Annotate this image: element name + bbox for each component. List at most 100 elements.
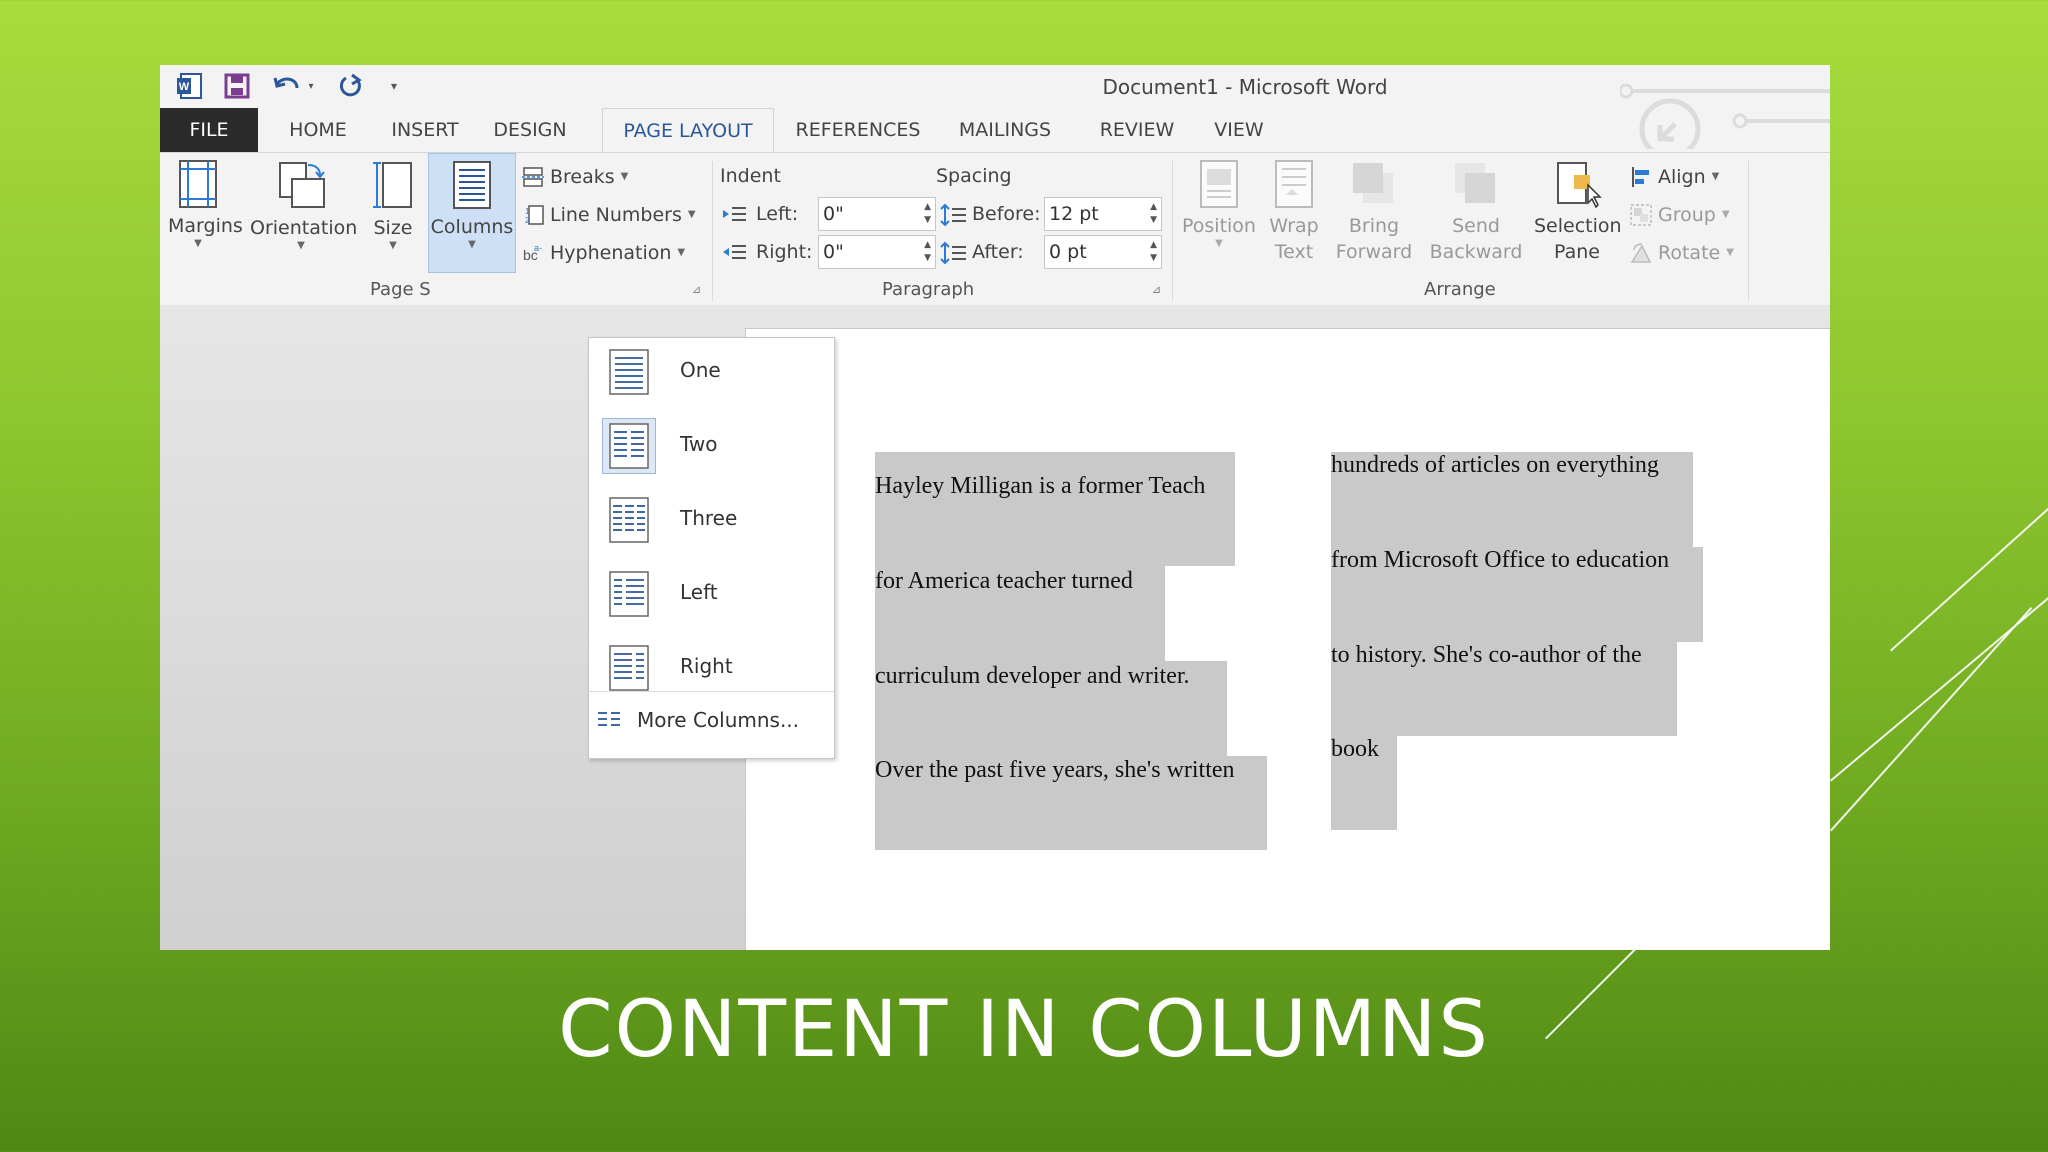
dialog-launcher-icon[interactable]: ⊿ <box>1152 283 1161 296</box>
chevron-down-icon: ▼ <box>468 239 476 250</box>
ribbon-tabs: FILE HOME INSERT DESIGN PAGE LAYOUT REFE… <box>160 108 1830 153</box>
indent-left-value: 0" <box>823 203 844 225</box>
send-backward-label-1: Send <box>1452 215 1500 237</box>
bring-forward-icon <box>1353 163 1393 203</box>
word-window: W ▾ ▾ Document1 - Microsoft Word FILE HO… <box>160 65 1830 950</box>
columns-button[interactable]: Columns ▼ <box>428 153 516 273</box>
chevron-down-icon: ▼ <box>194 238 202 249</box>
orientation-label: Orientation <box>250 217 358 239</box>
rotate-icon <box>1630 243 1652 263</box>
group-separator <box>1172 161 1173 301</box>
send-backward-label-2: Backward <box>1429 241 1523 263</box>
bring-forward-button[interactable]: Bring Forward <box>1330 159 1418 265</box>
chevron-down-icon: ▼ <box>297 240 305 251</box>
paragraph-group-label: Paragraph <box>882 279 975 300</box>
more-columns-button[interactable]: More Columns... <box>597 700 799 740</box>
tab-insert[interactable]: INSERT <box>382 108 468 152</box>
spacing-after-input[interactable]: 0 pt ▲ ▼ <box>1044 235 1162 269</box>
spacing-before-value: 12 pt <box>1049 203 1099 225</box>
slide-title: CONTENT IN COLUMNS <box>558 985 1490 1075</box>
spacing-after-label: After: <box>972 241 1024 263</box>
more-columns-label: More Columns... <box>637 708 800 732</box>
tab-design[interactable]: DESIGN <box>486 108 574 152</box>
margins-button[interactable]: Margins ▼ <box>168 159 243 249</box>
orientation-button[interactable]: Orientation ▼ <box>250 159 358 251</box>
arrange-group-label: Arrange <box>1424 279 1496 300</box>
columns-dropdown-menu: One Two Three Left Right More Columns... <box>588 337 835 759</box>
decorative-line <box>1890 502 2048 652</box>
hyphenation-icon: bca- <box>523 243 542 263</box>
dialog-launcher-icon[interactable]: ⊿ <box>692 283 701 296</box>
more-columns-icon <box>598 712 620 726</box>
document-page[interactable]: Hayley Milligan is a former Teach for Am… <box>745 328 1830 950</box>
indent-left-icon <box>722 205 746 229</box>
spin-down-icon[interactable]: ▼ <box>924 254 931 263</box>
rotate-button[interactable]: Rotate ▼ <box>1630 237 1734 269</box>
wrap-text-label-2: Text <box>1274 241 1314 263</box>
group-button[interactable]: Group ▼ <box>1630 199 1730 231</box>
tab-file[interactable]: FILE <box>160 108 258 152</box>
column-2-line: from Microsoft Office to education <box>1331 547 1670 573</box>
position-button[interactable]: Position ▼ <box>1180 159 1258 249</box>
group-separator <box>712 161 713 301</box>
line-numbers-label: Line Numbers <box>550 204 682 226</box>
tab-review[interactable]: REVIEW <box>1092 108 1182 152</box>
chevron-down-icon: ▼ <box>1711 171 1720 182</box>
orientation-icon <box>279 162 325 208</box>
indent-right-input[interactable]: 0" ▲ ▼ <box>818 235 936 269</box>
position-label: Position <box>1182 215 1256 237</box>
margins-icon <box>179 160 217 208</box>
wrap-text-button[interactable]: Wrap Text <box>1264 159 1324 265</box>
group-label: Group <box>1658 204 1716 226</box>
spin-down-icon[interactable]: ▼ <box>1150 254 1157 263</box>
spin-up-icon[interactable]: ▲ <box>1150 203 1157 212</box>
spacing-before-label: Before: <box>972 203 1041 225</box>
one-column-icon <box>602 344 656 400</box>
columns-option-one[interactable]: One <box>594 338 828 406</box>
spin-up-icon[interactable]: ▲ <box>924 203 931 212</box>
tab-home[interactable]: HOME <box>272 108 364 152</box>
spin-up-icon[interactable]: ▲ <box>1150 241 1157 250</box>
selection-pane-label-2: Pane <box>1554 241 1600 263</box>
align-label: Align <box>1658 166 1706 188</box>
size-label: Size <box>373 217 413 239</box>
breaks-label: Breaks <box>550 166 615 188</box>
wrap-text-label-1: Wrap <box>1269 215 1319 237</box>
size-button[interactable]: Size ▼ <box>368 159 418 251</box>
columns-option-left[interactable]: Left <box>594 560 828 628</box>
columns-option-two[interactable]: Two <box>594 412 828 480</box>
chevron-down-icon: ▼ <box>1726 247 1734 258</box>
chevron-down-icon: ▼ <box>389 240 397 251</box>
rotate-label: Rotate <box>1658 242 1721 264</box>
breaks-icon <box>522 167 544 187</box>
line-numbers-button[interactable]: 12 Line Numbers ▼ <box>522 199 696 231</box>
selection-pane-button[interactable]: Selection Pane <box>1534 159 1622 265</box>
columns-option-label: Right <box>680 654 733 678</box>
spin-down-icon[interactable]: ▼ <box>924 216 931 225</box>
breaks-button[interactable]: Breaks ▼ <box>522 161 628 193</box>
two-columns-icon <box>602 418 656 474</box>
tab-references[interactable]: REFERENCES <box>788 108 928 152</box>
spacing-after-icon <box>940 241 966 269</box>
spin-up-icon[interactable]: ▲ <box>924 241 931 250</box>
svg-text:2: 2 <box>525 216 530 225</box>
spacing-before-input[interactable]: 12 pt ▲ ▼ <box>1044 197 1162 231</box>
send-backward-button[interactable]: Send Backward <box>1426 159 1526 265</box>
columns-option-label: Three <box>680 506 738 530</box>
send-backward-icon <box>1455 163 1495 203</box>
tab-view[interactable]: VIEW <box>1208 108 1270 152</box>
column-1-line: curriculum developer and writer. <box>875 663 1190 689</box>
spin-down-icon[interactable]: ▼ <box>1150 216 1157 225</box>
indent-left-label: Left: <box>756 203 799 225</box>
columns-option-three[interactable]: Three <box>594 486 828 554</box>
align-button[interactable]: Align ▼ <box>1630 161 1719 193</box>
menu-separator <box>589 691 834 692</box>
columns-option-label: Two <box>680 432 718 456</box>
indent-right-label: Right: <box>756 241 813 263</box>
hyphenation-button[interactable]: bc a- Hyphenation ▼ <box>522 237 685 269</box>
chevron-down-icon: ▼ <box>1721 209 1730 220</box>
chevron-down-icon: ▼ <box>687 209 696 220</box>
indent-left-input[interactable]: 0" ▲ ▼ <box>818 197 936 231</box>
tab-page-layout[interactable]: PAGE LAYOUT <box>602 108 774 152</box>
tab-mailings[interactable]: MAILINGS <box>950 108 1060 152</box>
